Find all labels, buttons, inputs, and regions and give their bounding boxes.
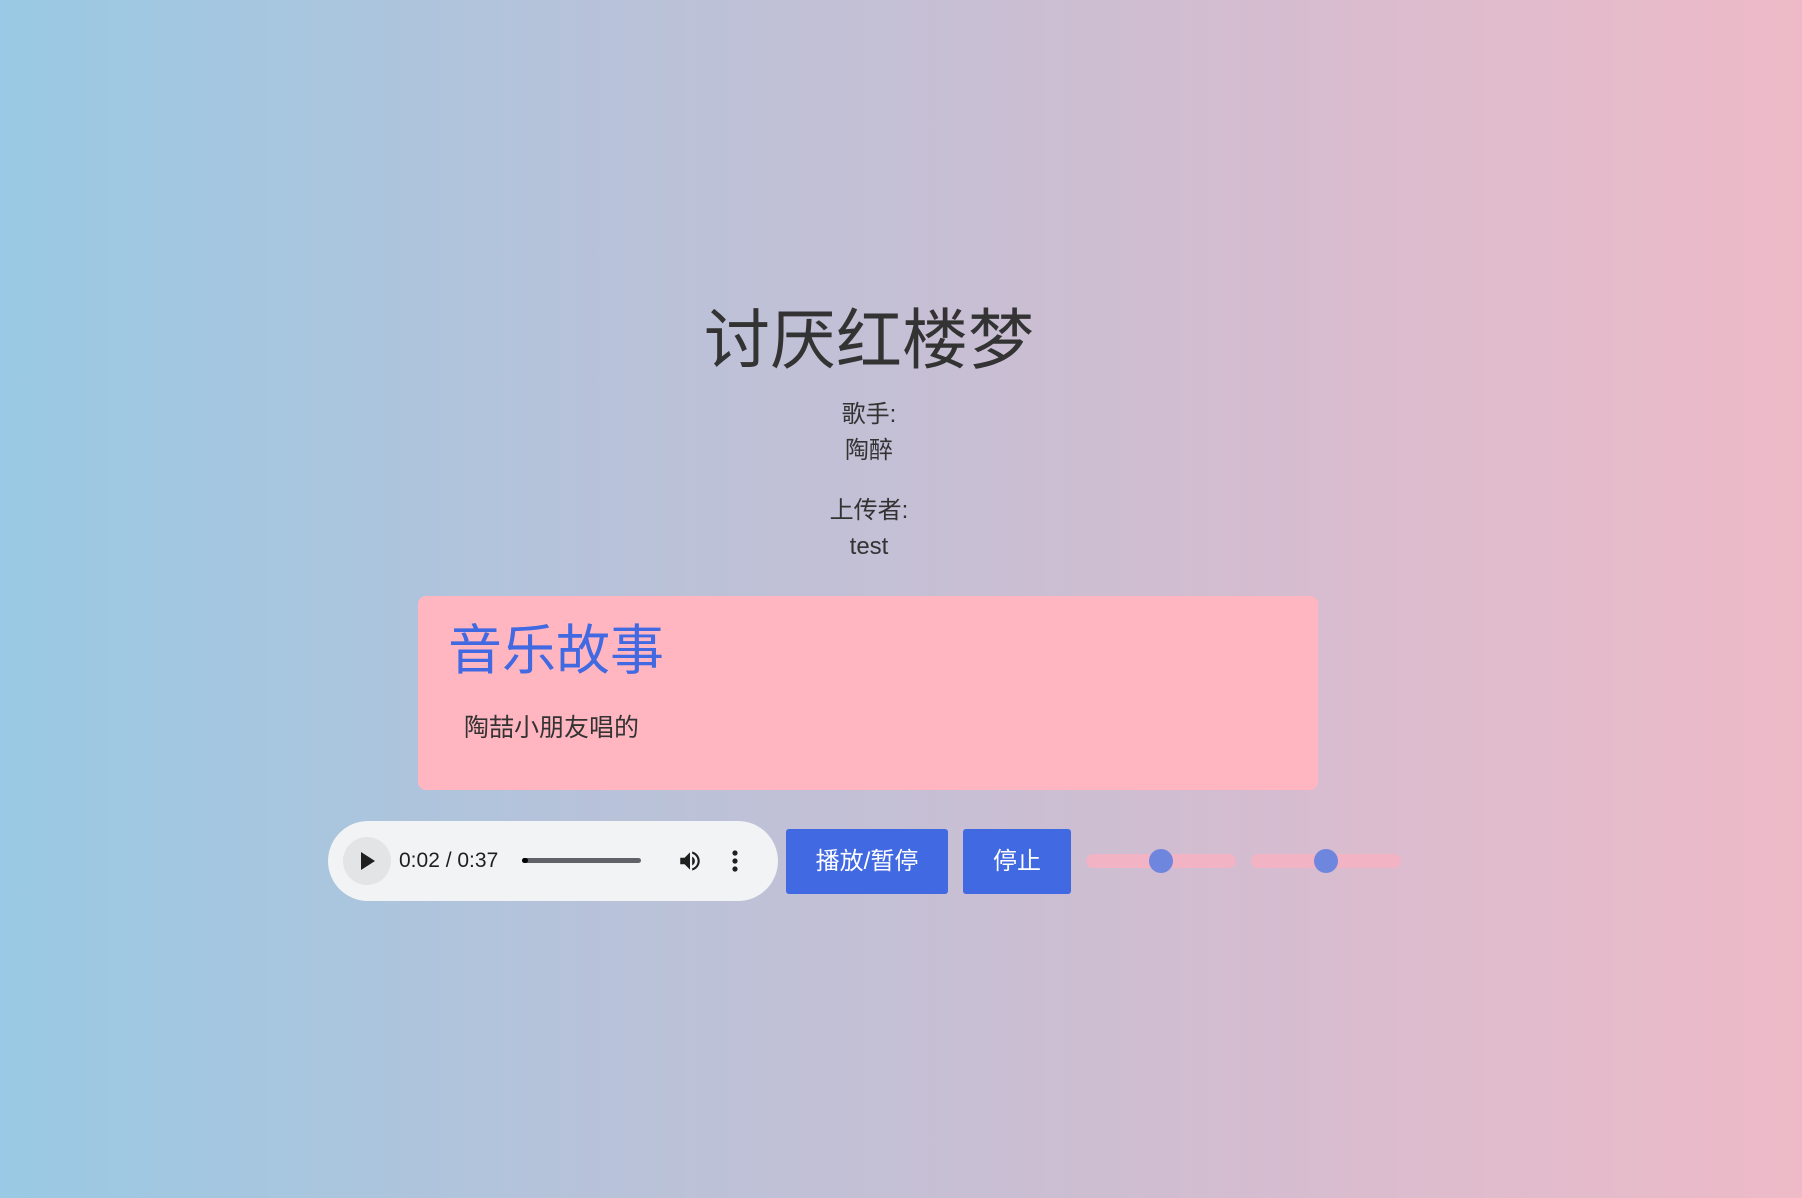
slider-2[interactable] bbox=[1251, 849, 1401, 873]
music-story-panel: 音乐故事 陶喆小朋友唱的 bbox=[418, 596, 1318, 790]
audio-play-button[interactable] bbox=[343, 837, 391, 885]
music-story-text: 陶喆小朋友唱的 bbox=[464, 714, 640, 742]
audio-player: 0:02 / 0:37 bbox=[328, 821, 778, 901]
audio-progress-bar[interactable] bbox=[522, 858, 641, 863]
audio-progress-fill bbox=[522, 858, 529, 863]
singer-label: 歌手: bbox=[841, 401, 897, 428]
song-title: 讨厌红楼梦 bbox=[704, 303, 1034, 377]
play-icon bbox=[361, 852, 375, 870]
slider-2-thumb[interactable] bbox=[1314, 849, 1338, 873]
stop-button[interactable]: 停止 bbox=[963, 829, 1071, 894]
slider-1[interactable] bbox=[1086, 849, 1236, 873]
uploader-label: 上传者: bbox=[829, 497, 909, 524]
volume-icon[interactable] bbox=[677, 848, 703, 879]
more-options-icon[interactable] bbox=[730, 848, 740, 879]
uploader-name: test bbox=[849, 533, 889, 560]
music-story-heading: 音乐故事 bbox=[448, 621, 664, 681]
slider-1-thumb[interactable] bbox=[1149, 849, 1173, 873]
audio-time-display: 0:02 / 0:37 bbox=[399, 849, 499, 872]
singer-name: 陶醉 bbox=[845, 437, 893, 464]
play-pause-button[interactable]: 播放/暂停 bbox=[786, 829, 948, 894]
